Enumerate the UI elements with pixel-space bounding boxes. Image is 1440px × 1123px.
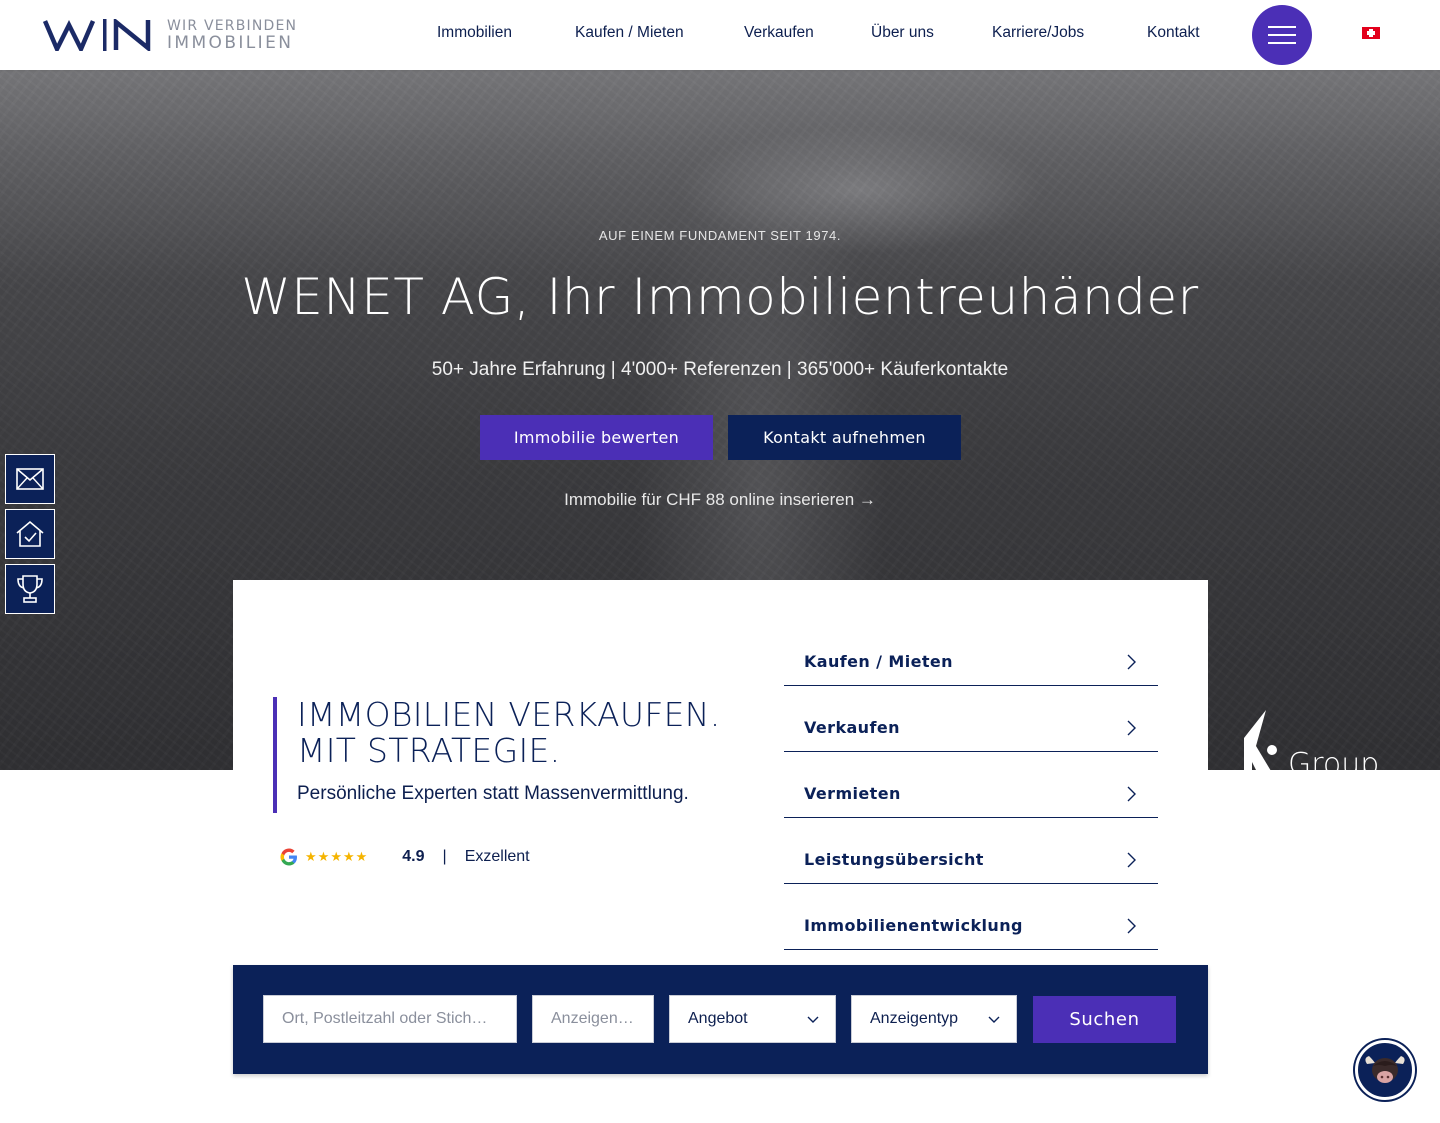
property-search-bar: Angebot Anzeigentyp Suchen [233, 965, 1208, 1074]
location-field[interactable] [263, 995, 517, 1043]
hero-title: WENET AG, Ihr Immobilientreuhänder [241, 268, 1199, 326]
service-menu-item-leistungsuebersicht[interactable]: Leistungsübersicht [784, 818, 1158, 884]
swiss-flag-icon[interactable] [1362, 27, 1380, 39]
location-search-input[interactable] [282, 996, 516, 1042]
main-nav: Immobilien Kaufen / Mieten Verkaufen Übe… [0, 0, 1440, 70]
side-mail-button[interactable] [5, 454, 55, 504]
k-group-logo-text: Group [1288, 747, 1380, 770]
nav-item-kontakt[interactable]: Kontakt [1147, 24, 1200, 42]
highland-cow-avatar-icon [1365, 1056, 1405, 1083]
rating-label: Exzellent [464, 848, 530, 865]
chevron-right-icon [1127, 786, 1136, 802]
rating-stars-icon: ★ ★ ★ ★ ★ [305, 849, 368, 864]
chevron-right-icon [1127, 852, 1136, 868]
list-property-link[interactable]: Immobilie für CHF 88 online inserieren → [0, 490, 1440, 510]
intro-headline-block: IMMOBILIEN VERKAUFEN. MIT STRATEGIE. Per… [273, 697, 721, 813]
chevron-down-icon [988, 1016, 1000, 1023]
intro-card: IMMOBILIEN VERKAUFEN. MIT STRATEGIE. Per… [233, 580, 1208, 965]
value-property-button[interactable]: Immobilie bewerten [480, 415, 713, 460]
google-rating[interactable]: ★ ★ ★ ★ ★ 4.9 | Exzellent [279, 847, 530, 867]
intro-tagline: Persönliche Experten statt Massenvermitt… [297, 783, 689, 804]
offer-select-value: Angebot [688, 1010, 748, 1027]
offer-select[interactable]: Angebot [669, 995, 836, 1043]
site-header: WIR VERBINDEN IMMOBILIEN Immobilien Kauf… [0, 0, 1440, 70]
service-menu-item-vermieten[interactable]: Vermieten [784, 752, 1158, 818]
house-check-icon [16, 520, 44, 547]
chevron-right-icon [1127, 918, 1136, 934]
nav-item-verkaufen[interactable]: Verkaufen [744, 24, 814, 42]
search-submit-button[interactable]: Suchen [1033, 996, 1176, 1043]
nav-item-kaufen-mieten[interactable]: Kaufen / Mieten [575, 24, 684, 42]
service-menu-item-immobilienentwicklung[interactable]: Immobilienentwicklung [784, 884, 1158, 950]
side-quick-links [5, 454, 55, 619]
contact-button[interactable]: Kontakt aufnehmen [728, 415, 961, 460]
service-menu-label: Leistungsübersicht [804, 850, 984, 869]
mail-icon [16, 468, 44, 490]
listing-type-select-value: Anzeigentyp [870, 1010, 959, 1027]
hero-subtitle: 50+ Jahre Erfahrung | 4'000+ Referenzen … [431, 359, 1009, 380]
listing-id-field[interactable] [532, 995, 654, 1043]
k-group-logo[interactable]: Group [1244, 710, 1379, 770]
hero-eyebrow: AUF EINEM FUNDAMENT SEIT 1974. [598, 228, 842, 243]
hamburger-menu-button[interactable] [1252, 5, 1312, 65]
trophy-icon [17, 575, 43, 603]
service-menu-label: Verkaufen [804, 718, 900, 737]
service-menu-label: Vermieten [804, 784, 901, 803]
chatbot-button[interactable] [1355, 1040, 1415, 1100]
service-menu-label: Immobilienentwicklung [804, 916, 1023, 935]
intro-headline-line1: IMMOBILIEN VERKAUFEN. [297, 695, 721, 734]
side-valuation-button[interactable] [5, 509, 55, 559]
side-awards-button[interactable] [5, 564, 55, 614]
intro-headline-line2: MIT STRATEGIE. [297, 731, 561, 770]
listing-type-select[interactable]: Anzeigentyp [851, 995, 1017, 1043]
nav-item-karriere-jobs[interactable]: Karriere/Jobs [992, 24, 1084, 42]
nav-item-immobilien[interactable]: Immobilien [437, 24, 512, 42]
service-menu-label: Kaufen / Mieten [804, 652, 953, 671]
google-icon [280, 848, 297, 866]
k-group-mark-icon [1244, 710, 1277, 770]
chevron-right-icon [1127, 720, 1136, 736]
listing-search-input[interactable] [551, 996, 653, 1042]
service-menu-item-kaufen-mieten[interactable]: Kaufen / Mieten [784, 620, 1158, 686]
rating-score: 4.9 [402, 848, 425, 865]
hamburger-icon [1268, 26, 1296, 28]
rating-separator: | [442, 848, 447, 865]
nav-item-ueber-uns[interactable]: Über uns [871, 24, 934, 42]
chevron-down-icon [807, 1016, 819, 1023]
service-menu: Kaufen / Mieten Verkaufen Vermieten Leis… [784, 620, 1158, 950]
chevron-right-icon [1127, 654, 1136, 670]
service-menu-item-verkaufen[interactable]: Verkaufen [784, 686, 1158, 752]
